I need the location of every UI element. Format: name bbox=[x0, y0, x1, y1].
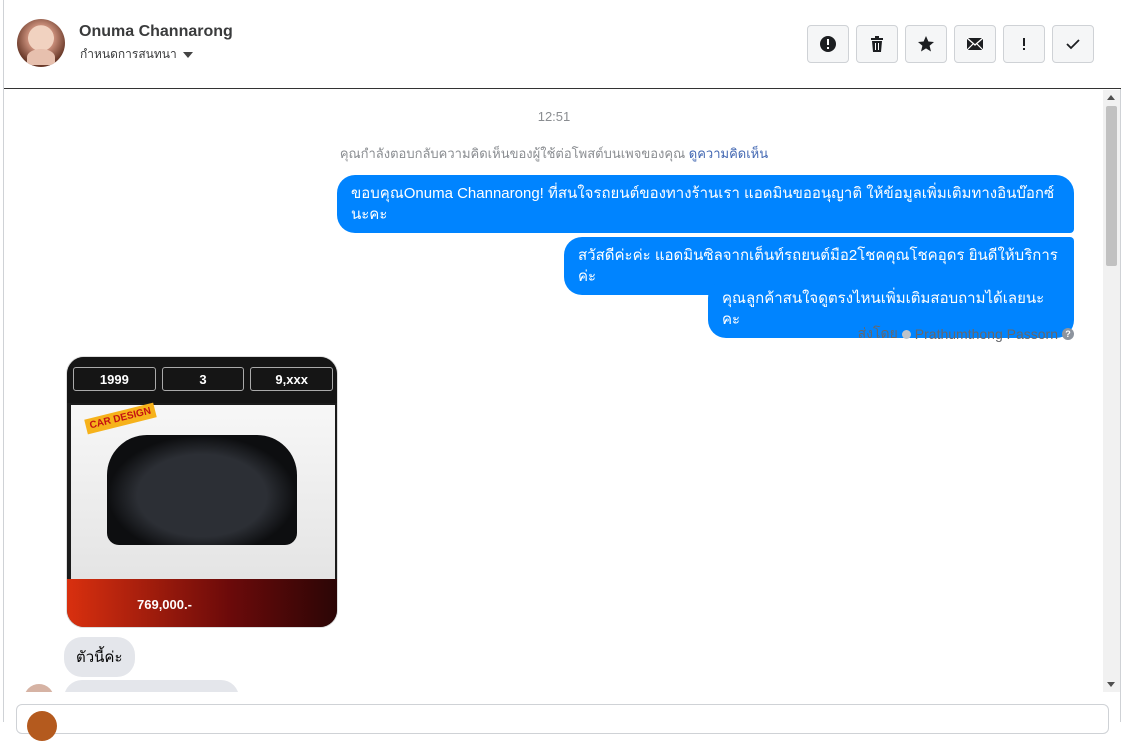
outgoing-message[interactable]: ขอบคุณOnuma Channarong! ที่สนใจรถยนต์ของ… bbox=[337, 175, 1074, 233]
page-avatar bbox=[27, 711, 57, 741]
conversation-panel: Onuma Channarong กำหนดการสนทนา 12:51 คุณ… bbox=[3, 0, 1121, 741]
help-icon[interactable]: ? bbox=[1062, 328, 1074, 340]
message-composer[interactable] bbox=[16, 704, 1109, 741]
conversation-header: Onuma Channarong กำหนดการสนทนา bbox=[4, 0, 1121, 89]
contact-name[interactable]: Onuma Channarong bbox=[79, 23, 233, 41]
car-photo: CAR DESIGN bbox=[71, 402, 335, 579]
car-image-message[interactable]: 1999 3 9,xxx CAR DESIGN 769,000.- bbox=[66, 356, 338, 628]
header-actions bbox=[807, 25, 1094, 63]
conversation-settings-dropdown[interactable]: กำหนดการสนทนา bbox=[80, 45, 193, 64]
scroll-thumb[interactable] bbox=[1106, 106, 1117, 266]
exclaim-icon bbox=[1023, 38, 1025, 50]
image-chip: 9,xxx bbox=[250, 367, 334, 391]
car-image-header: 1999 3 9,xxx bbox=[67, 357, 337, 403]
star-icon bbox=[918, 36, 934, 52]
follow-up-button[interactable] bbox=[1003, 25, 1045, 63]
star-button[interactable] bbox=[905, 25, 947, 63]
alert-icon bbox=[820, 36, 836, 52]
sent-by-name[interactable]: Prathumthong Passorn bbox=[915, 326, 1058, 342]
car-shape bbox=[107, 435, 297, 545]
check-icon bbox=[1066, 39, 1080, 50]
caret-down-icon bbox=[182, 51, 193, 58]
mark-spam-button[interactable] bbox=[807, 25, 849, 63]
car-price-banner: 769,000.- bbox=[67, 579, 337, 627]
comment-reply-notice: คุณกำลังตอบกลับความคิดเห็นของผู้ใช้ต่อโพ… bbox=[4, 143, 1104, 164]
view-comment-link[interactable]: ดูความคิดเห็น bbox=[689, 146, 768, 161]
contact-avatar[interactable] bbox=[17, 19, 65, 67]
mark-unread-button[interactable] bbox=[954, 25, 996, 63]
message-thread[interactable]: 12:51 คุณกำลังตอบกลับความคิดเห็นของผู้ใช… bbox=[4, 90, 1104, 692]
incoming-message[interactable]: ตัวนี้ค่ะ bbox=[64, 637, 135, 677]
image-chip: 1999 bbox=[73, 367, 156, 391]
mark-done-button[interactable] bbox=[1052, 25, 1094, 63]
verified-dot-icon bbox=[901, 329, 911, 339]
message-timestamp: 12:51 bbox=[537, 109, 571, 124]
incoming-message-partial[interactable] bbox=[64, 680, 239, 692]
car-price: 769,000.- bbox=[137, 596, 192, 612]
mail-icon bbox=[966, 37, 984, 51]
notice-text: คุณกำลังตอบกลับความคิดเห็นของผู้ใช้ต่อโพ… bbox=[339, 146, 686, 161]
trash-icon bbox=[871, 36, 883, 52]
thread-scrollbar[interactable] bbox=[1103, 90, 1120, 692]
scroll-down-icon[interactable] bbox=[1107, 682, 1115, 687]
conversation-settings-label: กำหนดการสนทนา bbox=[80, 47, 177, 61]
sent-by-info: ส่งโดย Prathumthong Passorn ? bbox=[858, 323, 1074, 345]
sent-by-label: ส่งโดย bbox=[857, 325, 898, 341]
sender-avatar bbox=[24, 684, 54, 692]
scroll-up-icon[interactable] bbox=[1107, 95, 1115, 100]
image-chip: 3 bbox=[161, 367, 245, 391]
delete-button[interactable] bbox=[856, 25, 898, 63]
car-design-badge: CAR DESIGN bbox=[84, 402, 157, 435]
